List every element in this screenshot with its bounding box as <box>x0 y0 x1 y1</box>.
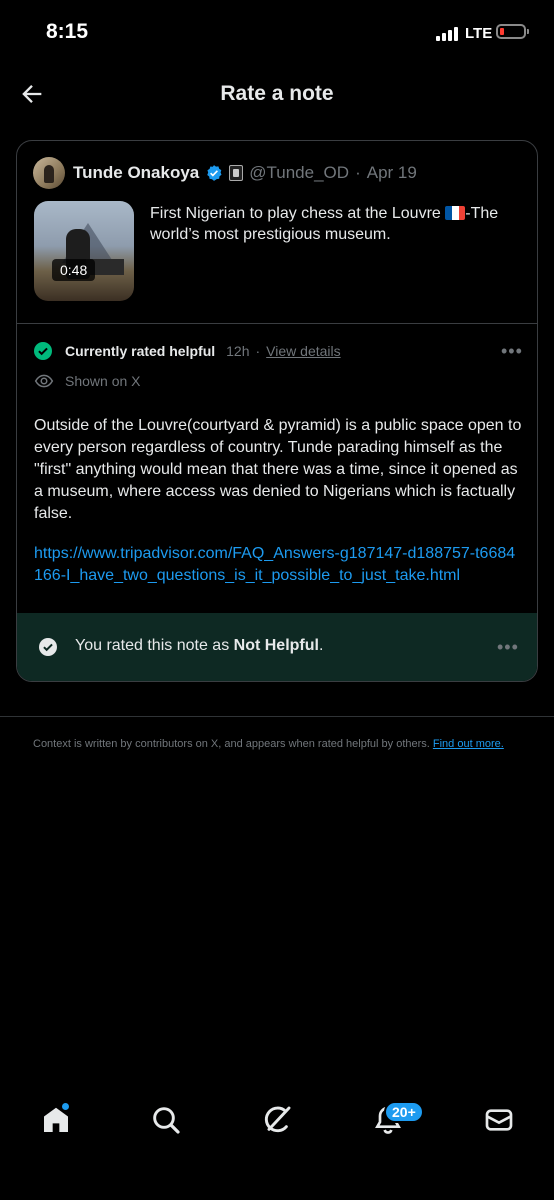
home-unread-dot <box>62 1103 69 1110</box>
rating-more-options-icon[interactable]: ••• <box>497 637 519 658</box>
grok-icon[interactable] <box>261 1104 293 1136</box>
post-text: First Nigerian to play chess at the Louv… <box>150 203 525 245</box>
search-icon[interactable] <box>150 1104 182 1136</box>
messages-icon[interactable] <box>483 1104 515 1136</box>
status-bar: 8:15 LTE <box>0 0 554 66</box>
footer-text: Context is written by contributors on X,… <box>33 738 433 750</box>
rating-suffix: . <box>318 637 324 654</box>
note-text: Outside of the Louvre(courtyard & pyrami… <box>34 417 522 522</box>
rated-check-icon <box>39 638 57 656</box>
quoted-post[interactable]: Tunde Onakoya @Tunde_OD · Apr 19 0:48 Fi… <box>17 141 537 324</box>
separator-dot: · <box>255 343 261 359</box>
shown-on-label: Shown on X <box>65 373 141 389</box>
note-card: Tunde Onakoya @Tunde_OD · Apr 19 0:48 Fi… <box>16 140 538 682</box>
affiliation-badge-icon <box>229 165 244 181</box>
user-rating-text: You rated this note as Not Helpful. <box>75 637 323 655</box>
eye-icon <box>34 374 54 388</box>
video-thumbnail[interactable]: 0:48 <box>34 201 134 301</box>
battery-icon <box>496 24 529 39</box>
note-more-options-icon[interactable]: ••• <box>501 341 523 362</box>
clock: 8:15 <box>46 20 89 43</box>
shown-on-row: Shown on X <box>34 371 141 391</box>
avatar[interactable] <box>33 157 65 189</box>
rating-prefix: You rated this note as <box>75 637 234 654</box>
page-title: Rate a note <box>220 82 334 105</box>
user-rating-banner: You rated this note as Not Helpful. ••• <box>17 613 537 681</box>
note-source-link[interactable]: https://www.tripadvisor.com/FAQ_Answers-… <box>34 543 524 587</box>
france-flag-icon <box>445 206 466 220</box>
video-duration: 0:48 <box>52 259 96 281</box>
post-text-start: First Nigerian to play chess at the Louv… <box>150 205 446 222</box>
note-status-label: Currently rated helpful <box>65 343 216 359</box>
separator-dot: · <box>355 163 361 182</box>
view-details-link[interactable]: View details <box>266 343 340 359</box>
bottom-tab-bar <box>0 1090 554 1156</box>
header: Rate a note <box>0 66 554 122</box>
note-status-row: Currently rated helpful 12h · View detai… <box>34 342 341 360</box>
notification-count-badge: 20+ <box>384 1101 424 1123</box>
context-footer: Context is written by contributors on X,… <box>33 738 528 751</box>
verified-badge-icon <box>207 165 222 181</box>
post-author-row: Tunde Onakoya @Tunde_OD · Apr 19 <box>73 163 417 183</box>
rating-value: Not Helpful <box>233 637 319 654</box>
find-out-more-link[interactable]: Find out more. <box>433 738 504 750</box>
divider <box>0 716 554 717</box>
signal-icon <box>436 27 458 41</box>
helpful-check-icon <box>34 342 52 360</box>
author-name[interactable]: Tunde Onakoya <box>73 163 199 183</box>
author-handle: @Tunde_OD <box>249 163 350 182</box>
note-age: 12h <box>226 343 250 359</box>
network-label: LTE <box>465 25 493 42</box>
post-date: Apr 19 <box>366 163 417 182</box>
